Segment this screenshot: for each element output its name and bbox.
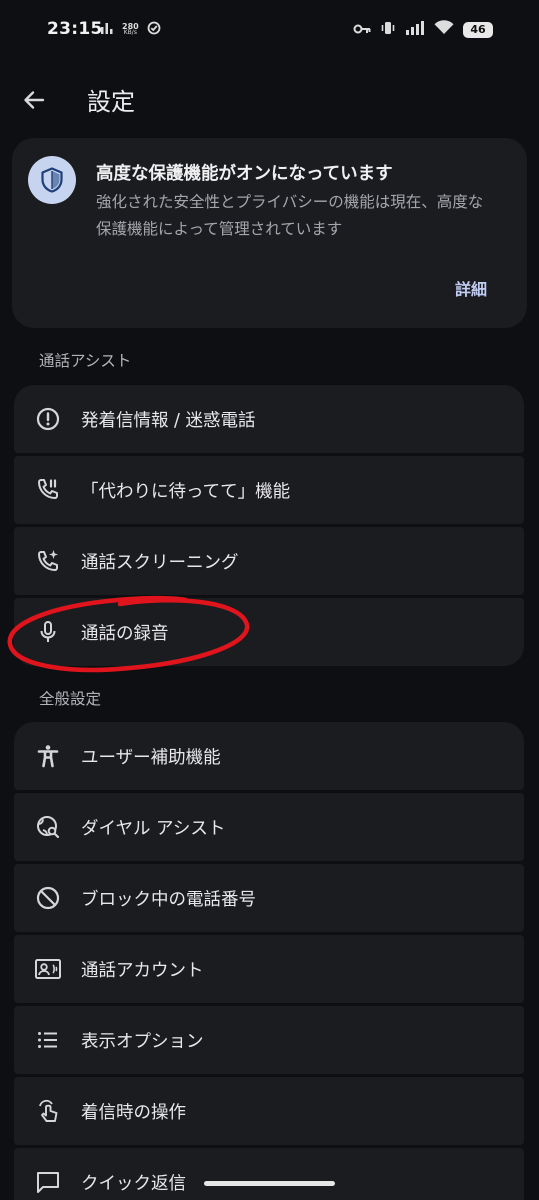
vpn-key-icon	[353, 20, 371, 39]
phone-hold-icon	[34, 476, 62, 504]
advanced-protection-card: 高度な保護機能がオンになっています 強化された安全性とプライバシーの機能は現在、…	[12, 138, 527, 328]
wifi-icon	[434, 20, 454, 39]
back-button[interactable]	[20, 86, 48, 114]
list-item-call-screen[interactable]: 通話スクリーニング	[14, 527, 524, 595]
list-item-label: ダイヤル アシスト	[81, 818, 226, 839]
check-circle-icon	[147, 20, 161, 39]
message-icon	[34, 1168, 62, 1196]
general-settings-list: ユーザー補助機能 ダイヤル アシスト ブロック中の電話番号 通話アカウント 表示…	[14, 722, 524, 1200]
battery-indicator: 46	[463, 21, 493, 38]
list-item-label: ブロック中の電話番号	[81, 889, 256, 910]
protection-title: 高度な保護機能がオンになっています	[96, 164, 393, 184]
alert-circle-icon	[34, 405, 62, 433]
microphone-icon	[34, 618, 62, 646]
top-app-bar: 設定	[0, 74, 539, 126]
list-item-display-options[interactable]: 表示オプション	[14, 1006, 524, 1074]
globe-search-icon	[34, 813, 62, 841]
arrow-back-icon	[20, 91, 48, 118]
protection-description: 強化された安全性とプライバシーの機能は現在、高度な保護機能によって管理されていま…	[96, 193, 484, 238]
list-item-dialing-assist[interactable]: ダイヤル アシスト	[14, 793, 524, 861]
status-bar: 23:15 280 KB/s 46	[0, 0, 539, 60]
list-item-label: 通話スクリーニング	[81, 552, 239, 573]
list-item-label: 表示オプション	[81, 1031, 204, 1052]
vibrate-icon	[380, 20, 396, 39]
phone-settings-screen: 23:15 280 KB/s 46 設定 高度な保護機能がオンになっています 強…	[0, 0, 539, 1200]
gesture-navigation-bar[interactable]	[204, 1181, 335, 1186]
signal-icon	[405, 20, 425, 39]
list-item-calling-accounts[interactable]: 通話アカウント	[14, 935, 524, 1003]
list-item-blocked-numbers[interactable]: ブロック中の電話番号	[14, 864, 524, 932]
block-icon	[34, 884, 62, 912]
list-item-label: 着信時の操作	[81, 1102, 186, 1123]
list-item-label: ユーザー補助機能	[81, 747, 221, 768]
list-item-quick-responses[interactable]: クイック返信	[14, 1148, 524, 1200]
accessibility-icon	[34, 742, 62, 770]
contact-card-icon	[34, 955, 62, 983]
net-speed-unit: KB/s	[123, 28, 137, 36]
gesture-tap-icon	[34, 1097, 62, 1125]
list-item-accessibility[interactable]: ユーザー補助機能	[14, 722, 524, 790]
list-item-hold-for-me[interactable]: 「代わりに待ってて」機能	[14, 456, 524, 524]
phone-sparkle-icon	[34, 547, 62, 575]
list-item-caller-id-spam[interactable]: 発着信情報 / 迷惑電話	[14, 385, 524, 453]
list-item-label: 「代わりに待ってて」機能	[81, 481, 291, 502]
list-item-incoming-call-gestures[interactable]: 着信時の操作	[14, 1077, 524, 1145]
section-header-general: 全般設定	[39, 690, 102, 708]
details-button[interactable]: 詳細	[455, 276, 487, 300]
shield-icon	[28, 156, 76, 204]
status-right-icons: 46	[353, 20, 493, 39]
bar-chart-icon	[100, 20, 114, 39]
list-icon	[34, 1026, 62, 1054]
list-item-label: 発着信情報 / 迷惑電話	[81, 410, 256, 431]
status-time: 23:15	[47, 19, 103, 39]
list-item-call-recording[interactable]: 通話の録音	[14, 598, 524, 666]
section-header-call-assist: 通話アシスト	[39, 352, 132, 370]
call-assist-list: 発着信情報 / 迷惑電話 「代わりに待ってて」機能 通話スクリーニング 通話の録…	[14, 385, 524, 666]
status-left-icons: 280 KB/s	[100, 20, 161, 39]
list-item-label: クイック返信	[81, 1173, 186, 1194]
page-title: 設定	[87, 88, 135, 116]
list-item-label: 通話アカウント	[81, 960, 204, 981]
list-item-label: 通話の録音	[81, 623, 169, 644]
net-speed-indicator: 280 KB/s	[122, 22, 139, 36]
